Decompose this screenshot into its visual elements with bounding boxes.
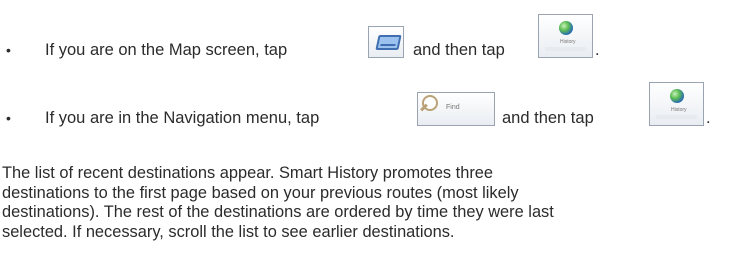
paragraph-line: selected. If necessary, scroll the list …	[2, 222, 455, 241]
find-button-label: Find	[446, 104, 460, 111]
history-caption: History	[671, 107, 687, 113]
bullet-text-before: If you are on the Map screen, tap	[45, 41, 288, 59]
bullet-text-middle: and then tap	[502, 109, 594, 127]
bullet-marker: •	[6, 42, 11, 58]
history-button[interactable]: History	[538, 14, 593, 58]
history-caption: History	[560, 39, 576, 45]
map-button[interactable]	[368, 26, 404, 58]
bullet-text-before: If you are in the Navigation menu, tap	[45, 109, 320, 127]
map-icon	[375, 35, 402, 50]
bullet-text-after: .	[706, 109, 711, 127]
paragraph-line: destinations). The rest of the destinati…	[2, 203, 554, 221]
history-button[interactable]: History	[649, 82, 704, 126]
description-paragraph: The list of recent destinations appear. …	[2, 164, 728, 242]
bullet-marker: •	[6, 110, 11, 126]
paragraph-line: destinations to the first page based on …	[2, 183, 519, 202]
find-button[interactable]: Find	[417, 92, 495, 126]
bullet-text-after: .	[595, 41, 600, 59]
paragraph-line: The list of recent destinations appear. …	[2, 164, 494, 182]
bullet-text-middle: and then tap	[413, 41, 505, 59]
